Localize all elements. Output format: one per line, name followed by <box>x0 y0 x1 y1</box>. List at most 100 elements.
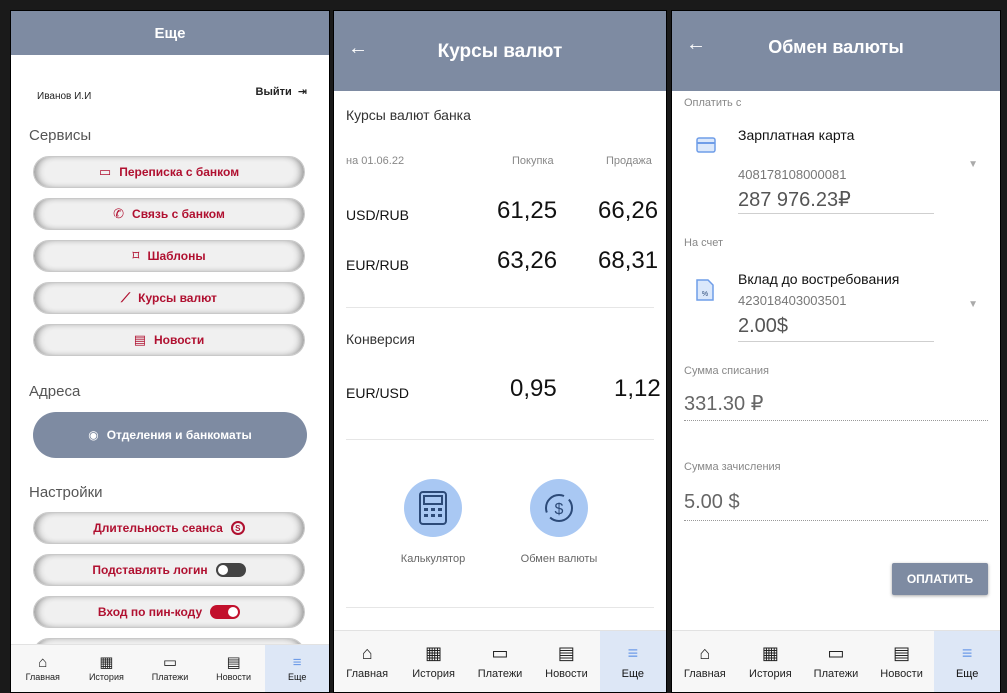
conv-buy: 0,95 <box>510 375 557 402</box>
rate-buy: 61,25 <box>497 197 558 224</box>
calculator-button[interactable] <box>404 479 462 537</box>
tab-payments[interactable]: ▭ Платежи <box>138 645 202 692</box>
wallet-icon: ▭ <box>491 642 509 663</box>
tab-news[interactable]: ▤ Новости <box>869 631 935 692</box>
call-bank-button[interactable]: ✆ Связь с банком <box>33 198 305 230</box>
tab-label: Платежи <box>813 667 859 680</box>
calendar-icon: ▦ <box>99 654 114 671</box>
pin-login-toggle[interactable] <box>210 605 241 619</box>
bottom-nav: ⌂ Главная ▦ История ▭ Платежи ▤ Новости ≡ Еще <box>11 644 329 692</box>
tab-news[interactable]: ▤ Новости <box>533 631 599 692</box>
user-name: Иванов И.И <box>37 91 92 102</box>
autofill-login-setting[interactable]: Подставлять логин <box>33 554 305 586</box>
message-icon: ▤ <box>557 642 575 663</box>
source-account-name: Зарплатная карта <box>738 127 855 143</box>
exchange-rates-button[interactable]: ⟋ Курсы валют <box>33 282 305 314</box>
header: ← Обмен валюты <box>672 11 1000 91</box>
tab-payments[interactable]: ▭ Платежи <box>803 631 869 692</box>
tab-label: Новости <box>880 667 923 680</box>
field-underline <box>684 420 988 421</box>
tab-label: Платежи <box>477 667 523 680</box>
tab-label: Главная <box>25 672 60 682</box>
section-addresses: Адреса <box>29 383 81 400</box>
wallet-icon: ▭ <box>827 642 845 663</box>
pay-from-label: Оплатить с <box>684 97 742 109</box>
session-duration-button[interactable]: Длительность сеанса S <box>33 512 305 544</box>
tab-label: Главная <box>346 667 389 680</box>
menu-icon: ≡ <box>292 654 302 671</box>
home-icon: ⌂ <box>38 654 48 671</box>
tab-label: История <box>412 667 455 680</box>
tab-home[interactable]: ⌂ Главная <box>11 645 75 692</box>
logout-button[interactable]: Выйти ⇥ <box>255 85 307 99</box>
branches-atms-button[interactable]: ◉ Отделения и банкоматы <box>33 412 307 458</box>
source-account-number: 408178108000081 <box>738 167 847 182</box>
calculator-label: Калькулятор <box>400 553 466 565</box>
currency-exchange-icon: $ <box>545 494 573 522</box>
header: Еще <box>11 11 329 55</box>
wallet-icon: ▭ <box>162 654 178 671</box>
conv-pair: EUR/USD <box>346 385 410 401</box>
chat-with-bank-button[interactable]: ▭ Переписка с банком <box>33 156 305 188</box>
chart-icon: ⟋ <box>121 290 131 305</box>
conv-sell: 1,12 <box>614 375 661 402</box>
tab-label: Новости <box>545 667 588 680</box>
tab-payments[interactable]: ▭ Платежи <box>467 631 533 692</box>
page-title: Еще <box>154 25 186 42</box>
menu-icon: ≡ <box>627 642 639 663</box>
tab-label: Еще <box>288 672 307 682</box>
message-icon: ▤ <box>226 654 241 671</box>
target-account-number: 423018403003501 <box>738 293 847 308</box>
pin-login-setting[interactable]: Вход по пин-коду <box>33 596 305 628</box>
tab-history[interactable]: ▦ История <box>400 631 466 692</box>
message-icon: ▭ <box>98 164 112 179</box>
chevron-down-icon: ▼ <box>968 299 978 310</box>
target-account-name: Вклад до востребования <box>738 271 900 287</box>
section-services: Сервисы <box>29 127 92 144</box>
tab-more[interactable]: ≡ Еще <box>265 645 329 692</box>
templates-button[interactable]: ⌑ Шаблоны <box>33 240 305 272</box>
exchange-label: Обмен валюты <box>520 553 598 565</box>
underline <box>738 341 934 342</box>
location-pin-icon: ◉ <box>88 428 99 442</box>
buy-header: Покупка <box>512 155 554 167</box>
svg-text:$: $ <box>555 501 564 518</box>
autofill-login-toggle[interactable] <box>215 563 246 577</box>
currency-exchange-button[interactable]: $ <box>530 479 588 537</box>
credit-amount-input[interactable]: 5.00 $ <box>684 491 740 514</box>
sell-header: Продажа <box>606 155 652 167</box>
phone-icon: ✆ <box>113 206 125 221</box>
branches-label: Отделения и банкоматы <box>106 428 252 442</box>
pay-button[interactable]: ОПЛАТИТЬ <box>892 563 988 595</box>
chevron-down-icon: ▼ <box>968 159 978 170</box>
debit-amount-input[interactable]: 331.30 ₽ <box>684 391 763 416</box>
tab-news[interactable]: ▤ Новости <box>202 645 266 692</box>
bottom-nav: ⌂ Главная ▦ История ▭ Платежи ▤ Новости ≡ Еще <box>334 630 666 692</box>
tab-label: Платежи <box>151 672 189 682</box>
tab-more[interactable]: ≡ Еще <box>934 631 1000 692</box>
to-account-label: На счет <box>684 237 724 249</box>
calendar-icon: ▦ <box>425 642 443 663</box>
debit-amount-label: Сумма списания <box>684 365 770 377</box>
rates-date: на 01.06.22 <box>346 155 405 167</box>
svg-text:%: % <box>702 291 708 298</box>
news-button[interactable]: ▤ Новости <box>33 324 305 356</box>
field-underline <box>684 520 988 521</box>
pin-login-label: Вход по пин-коду <box>97 605 203 619</box>
header: ← Курсы валют <box>334 11 666 91</box>
tab-history[interactable]: ▦ История <box>75 645 139 692</box>
logout-label: Выйти <box>255 85 292 98</box>
calculator-icon <box>419 491 447 525</box>
bookmark-icon: ⌑ <box>132 248 140 263</box>
timer-icon: S <box>230 521 245 535</box>
tab-home[interactable]: ⌂ Главная <box>334 631 400 692</box>
bank-rates-heading: Курсы валют банка <box>346 107 471 123</box>
tab-more[interactable]: ≡ Еще <box>599 631 666 692</box>
page-title: Курсы валют <box>437 41 563 62</box>
tab-home[interactable]: ⌂ Главная <box>672 631 738 692</box>
logout-icon: ⇥ <box>297 86 307 98</box>
home-icon: ⌂ <box>699 642 711 663</box>
conversion-heading: Конверсия <box>346 331 415 347</box>
tab-history[interactable]: ▦ История <box>738 631 804 692</box>
templates-label: Шаблоны <box>147 249 206 263</box>
